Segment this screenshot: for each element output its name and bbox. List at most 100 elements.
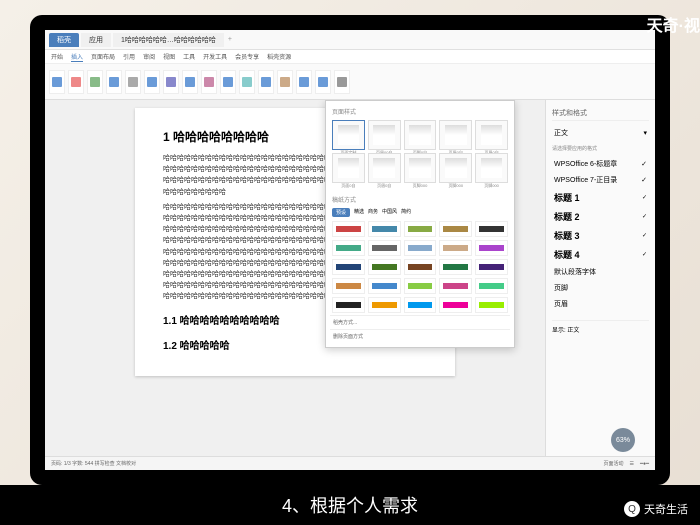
ribbon-tab[interactable]: 视图 [163, 52, 175, 61]
tab-secondary[interactable]: 应用 [81, 33, 111, 47]
ribbon-button[interactable] [125, 70, 141, 94]
ribbon-button[interactable] [334, 70, 350, 94]
cover-option[interactable]: 页脚000 [404, 153, 437, 183]
ribbon-tabs: 开始 插入 页面布局 引用 审阅 视图 工具 开发工具 会员专享 稻壳资源 [45, 50, 655, 64]
status-left: 页码: 1/3 字数: 544 拼写检查 文档校对 [51, 460, 136, 467]
style-item[interactable]: WPSOffice 6-标题章✓ [552, 156, 649, 172]
ribbon-button[interactable] [239, 70, 255, 94]
style-heading-1[interactable]: 标题 1✓ [552, 188, 649, 207]
style-option[interactable] [439, 278, 472, 294]
style-option[interactable] [332, 297, 365, 313]
style-item[interactable]: 页眉 [552, 296, 649, 312]
ribbon-tab-active[interactable]: 插入 [71, 52, 83, 62]
statusbar: 页码: 1/3 字数: 544 拼写检查 文档校对 页面活动 ☰ ━●━ [45, 456, 655, 470]
style-option[interactable] [439, 240, 472, 256]
style-option[interactable] [404, 240, 437, 256]
tab-add[interactable]: + [228, 36, 232, 43]
ribbon-tab[interactable]: 工具 [183, 52, 195, 61]
style-option[interactable] [404, 278, 437, 294]
style-item[interactable]: 页脚 [552, 280, 649, 296]
ribbon-tab[interactable]: 开始 [51, 52, 63, 61]
ribbon-button[interactable] [296, 70, 312, 94]
style-option[interactable] [332, 278, 365, 294]
zoom-badge[interactable]: 63% [611, 428, 635, 452]
ribbon-button[interactable] [68, 70, 84, 94]
sidebar-show: 显示: 正文 [552, 320, 649, 334]
style-option[interactable] [368, 259, 401, 275]
style-option[interactable] [475, 297, 508, 313]
video-caption: 4、根据个人需求 [0, 485, 700, 525]
document-area[interactable]: 1 哈哈哈哈哈哈哈哈 哈哈哈哈哈哈哈哈哈哈哈哈哈哈哈哈哈哈哈哈哈哈哈哈哈哈哈哈哈… [45, 100, 545, 470]
style-item[interactable]: 默认段落字体 [552, 264, 649, 280]
style-option[interactable] [404, 297, 437, 313]
style-heading-4[interactable]: 标题 4✓ [552, 245, 649, 264]
cover-option[interactable]: 页眉0自 [475, 120, 508, 150]
style-tab[interactable]: 商务 [368, 208, 378, 217]
tab-document[interactable]: 1哈哈哈哈哈哈…哈哈哈哈哈哈 [113, 33, 224, 47]
ribbon-tab[interactable]: 审阅 [143, 52, 155, 61]
style-option[interactable] [475, 278, 508, 294]
style-item[interactable]: WPSOffice 7-正目录✓ [552, 172, 649, 188]
cover-grid: 页面定制 页眉00自 页脚0自 页眉0自 页眉0自 页面0自 页眉0自 页脚00… [330, 118, 510, 185]
style-option[interactable] [368, 278, 401, 294]
ribbon-button[interactable] [258, 70, 274, 94]
popup-footer-item[interactable]: 稻壳方式... [330, 315, 510, 329]
style-option[interactable] [439, 259, 472, 275]
style-option[interactable] [439, 221, 472, 237]
logo-icon: Q [624, 501, 640, 517]
style-option[interactable] [332, 240, 365, 256]
style-option[interactable] [475, 259, 508, 275]
style-option[interactable] [368, 240, 401, 256]
popup-footer-item[interactable]: 删除页面方式 [330, 329, 510, 343]
view-icon[interactable]: ☰ [629, 461, 633, 467]
watermark-text: 天奇·视 [647, 12, 700, 36]
style-option[interactable] [368, 221, 401, 237]
style-tab[interactable]: 中国风 [382, 208, 397, 217]
style-option[interactable] [332, 221, 365, 237]
cover-option[interactable]: 页面0自 [332, 153, 365, 183]
ribbon-button[interactable] [144, 70, 160, 94]
ribbon-button[interactable] [106, 70, 122, 94]
cover-option[interactable]: 页眉0自 [439, 120, 472, 150]
cover-option[interactable]: 页眉0自 [368, 153, 401, 183]
ribbon-tab[interactable]: 稻壳资源 [267, 52, 291, 61]
ribbon-button[interactable] [49, 70, 65, 94]
bottom-logo: Q 天奇生活 [624, 501, 688, 517]
tab-active[interactable]: 稻壳 [49, 33, 79, 47]
ribbon-button[interactable] [163, 70, 179, 94]
dropdown-icon: ▾ [643, 129, 647, 137]
cover-option[interactable]: 页眉00自 [368, 120, 401, 150]
ribbon-button[interactable] [277, 70, 293, 94]
style-option[interactable] [404, 259, 437, 275]
monitor-frame: 稻壳 应用 1哈哈哈哈哈哈…哈哈哈哈哈哈 + 开始 插入 页面布局 引用 审阅 … [30, 15, 670, 485]
style-option[interactable] [332, 259, 365, 275]
ribbon-tab[interactable]: 会员专享 [235, 52, 259, 61]
cover-option[interactable]: 页脚0自 [404, 120, 437, 150]
ribbon-tab[interactable]: 页面布局 [91, 52, 115, 61]
ribbon-button[interactable] [87, 70, 103, 94]
style-tab[interactable]: 精选 [354, 208, 364, 217]
style-heading-2[interactable]: 标题 2✓ [552, 207, 649, 226]
ribbon-button[interactable] [220, 70, 236, 94]
ribbon-button[interactable] [201, 70, 217, 94]
cover-option[interactable]: 页脚000 [439, 153, 472, 183]
cover-option[interactable]: 页面定制 [332, 120, 365, 150]
style-option[interactable] [404, 221, 437, 237]
ribbon-tab[interactable]: 引用 [123, 52, 135, 61]
popup-section-title: 稿纸方式 [330, 193, 510, 206]
style-heading-3[interactable]: 标题 3✓ [552, 226, 649, 245]
style-option[interactable] [368, 297, 401, 313]
current-style[interactable]: 正文▾ [552, 125, 649, 141]
style-option[interactable] [475, 221, 508, 237]
style-tab[interactable]: 简约 [401, 208, 411, 217]
app-screen: 稻壳 应用 1哈哈哈哈哈哈…哈哈哈哈哈哈 + 开始 插入 页面布局 引用 审阅 … [45, 30, 655, 470]
style-option[interactable] [439, 297, 472, 313]
status-right: 页面活动 [603, 460, 623, 467]
ribbon-button[interactable] [315, 70, 331, 94]
style-option[interactable] [475, 240, 508, 256]
ribbon-button[interactable] [182, 70, 198, 94]
cover-option[interactable]: 页脚000 [475, 153, 508, 183]
zoom-slider[interactable]: ━●━ [640, 461, 649, 467]
style-tab-active[interactable]: 预设 [332, 208, 350, 217]
ribbon-tab[interactable]: 开发工具 [203, 52, 227, 61]
